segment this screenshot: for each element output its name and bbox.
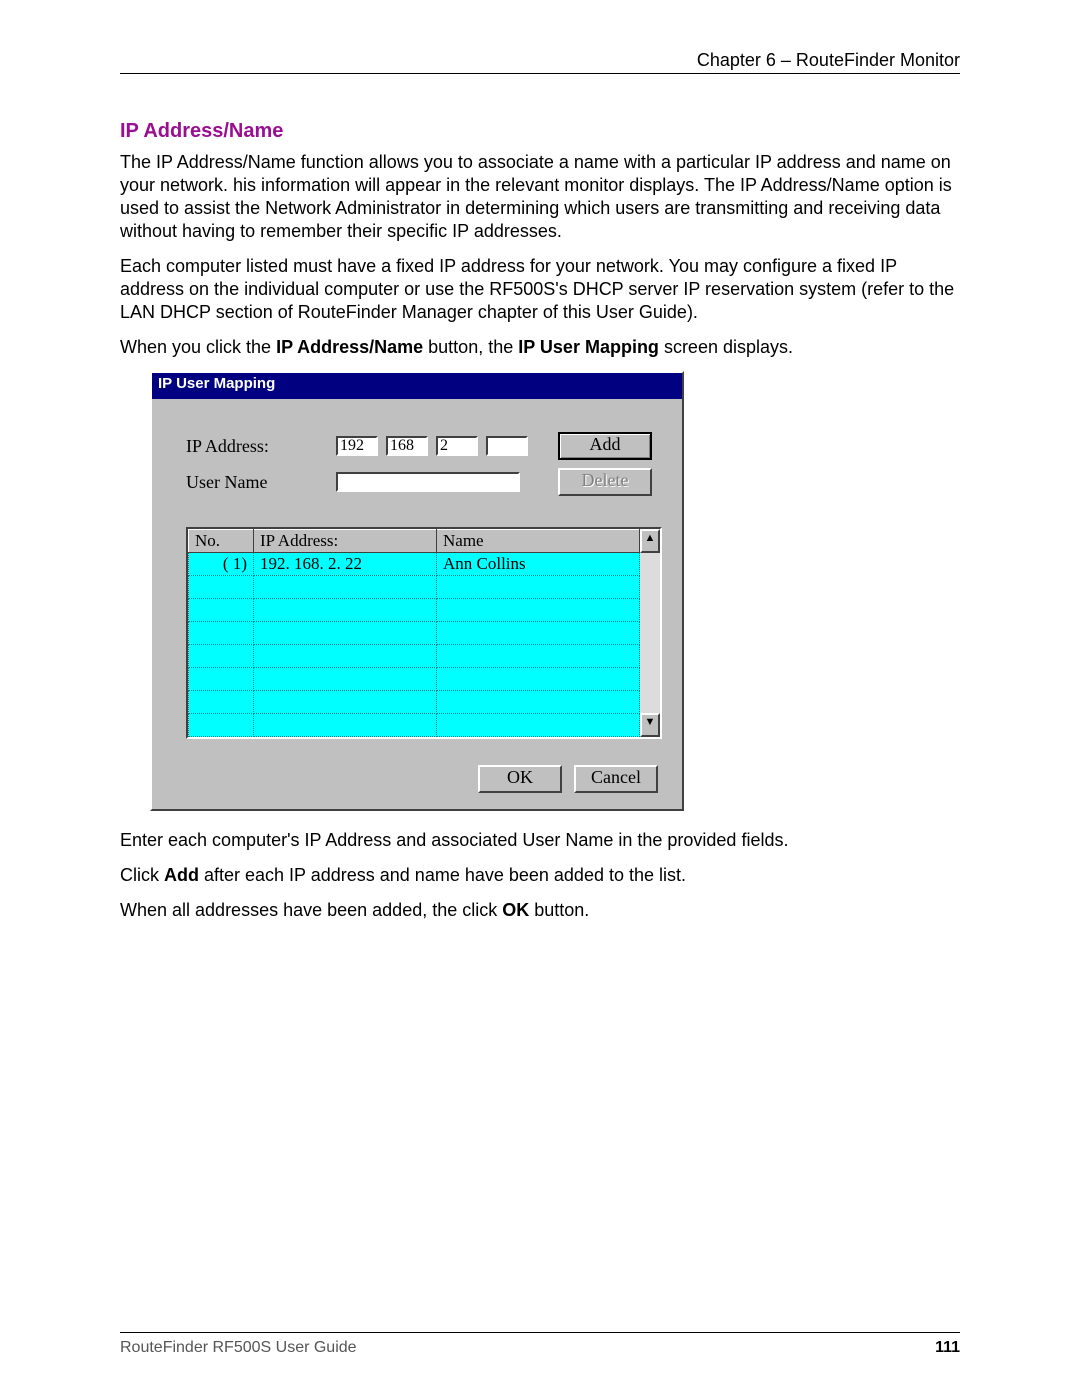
para3-bold2: IP User Mapping xyxy=(518,337,659,357)
col-no: No. xyxy=(189,530,254,553)
after2-post: after each IP address and name have been… xyxy=(199,865,686,885)
cell-name: Ann Collins xyxy=(437,553,640,576)
header-text: Chapter 6 – RouteFinder Monitor xyxy=(697,50,960,70)
after-para-1: Enter each computer's IP Address and ass… xyxy=(120,829,960,852)
table-scrollbar[interactable]: ▲ ▼ xyxy=(640,529,660,737)
para3-pre: When you click the xyxy=(120,337,276,357)
after-para-2: Click Add after each IP address and name… xyxy=(120,864,960,887)
add-button[interactable]: Add xyxy=(558,432,652,460)
cell-no xyxy=(189,622,254,645)
section-title: IP Address/Name xyxy=(120,120,960,143)
cell-name xyxy=(437,599,640,622)
cell-name xyxy=(437,645,640,668)
cancel-button[interactable]: Cancel xyxy=(574,765,658,793)
header-right: Chapter 6 – RouteFinder Monitor xyxy=(120,50,960,80)
cell-no xyxy=(189,599,254,622)
after2-pre: Click xyxy=(120,865,164,885)
cell-ip xyxy=(254,668,437,691)
ip-octet-1-input[interactable] xyxy=(336,436,378,456)
cell-ip: 192. 168. 2. 22 xyxy=(254,553,437,576)
header-divider xyxy=(120,73,960,74)
after3-post: button. xyxy=(529,900,589,920)
dialog-titlebar: IP User Mapping xyxy=(152,373,682,399)
cell-name xyxy=(437,691,640,714)
para3-mid: button, the xyxy=(423,337,518,357)
table-row[interactable]: ( 1)192. 168. 2. 22Ann Collins xyxy=(189,553,640,576)
cell-no xyxy=(189,668,254,691)
ip-octet-4-input[interactable] xyxy=(486,436,528,456)
after3-pre: When all addresses have been added, the … xyxy=(120,900,502,920)
scroll-track[interactable] xyxy=(640,553,660,713)
table-row[interactable] xyxy=(189,645,640,668)
para-3: When you click the IP Address/Name butto… xyxy=(120,336,960,359)
cell-ip xyxy=(254,599,437,622)
cell-name xyxy=(437,668,640,691)
page-footer: RouteFinder RF500S User Guide 111 xyxy=(120,1332,960,1357)
para3-post: screen displays. xyxy=(659,337,793,357)
cell-name xyxy=(437,622,640,645)
ip-address-row: IP Address: Add xyxy=(186,433,658,459)
table-row[interactable] xyxy=(189,599,640,622)
table-row[interactable] xyxy=(189,691,640,714)
after2-bold: Add xyxy=(164,865,199,885)
cell-no xyxy=(189,691,254,714)
para3-bold1: IP Address/Name xyxy=(276,337,423,357)
footer-page: 111 xyxy=(935,1339,960,1357)
cell-no: ( 1) xyxy=(189,553,254,576)
footer-left: RouteFinder RF500S User Guide xyxy=(120,1339,357,1357)
delete-button[interactable]: Delete xyxy=(558,468,652,496)
para-2: Each computer listed must have a fixed I… xyxy=(120,255,960,324)
cell-no xyxy=(189,645,254,668)
cell-ip xyxy=(254,576,437,599)
user-name-label: User Name xyxy=(186,472,336,493)
ip-octet-2-input[interactable] xyxy=(386,436,428,456)
cell-no xyxy=(189,714,254,737)
cell-ip xyxy=(254,691,437,714)
mapping-table: No. IP Address: Name ( 1)192. 168. 2. 22… xyxy=(188,529,640,737)
table-row[interactable] xyxy=(189,576,640,599)
ip-address-label: IP Address: xyxy=(186,436,336,457)
user-name-input[interactable] xyxy=(336,472,520,492)
cell-no xyxy=(189,576,254,599)
scroll-down-icon[interactable]: ▼ xyxy=(640,713,660,737)
after3-bold: OK xyxy=(502,900,529,920)
ip-user-mapping-dialog: IP User Mapping IP Address: Add User Nam… xyxy=(150,371,684,811)
user-name-row: User Name Delete xyxy=(186,469,658,495)
cell-name xyxy=(437,576,640,599)
cell-ip xyxy=(254,645,437,668)
table-row[interactable] xyxy=(189,668,640,691)
mapping-table-area: No. IP Address: Name ( 1)192. 168. 2. 22… xyxy=(186,527,662,739)
table-row[interactable] xyxy=(189,622,640,645)
ok-button[interactable]: OK xyxy=(478,765,562,793)
col-ip: IP Address: xyxy=(254,530,437,553)
cell-ip xyxy=(254,622,437,645)
scroll-up-icon[interactable]: ▲ xyxy=(640,529,660,553)
col-name: Name xyxy=(437,530,640,553)
table-row[interactable] xyxy=(189,714,640,737)
after-para-3: When all addresses have been added, the … xyxy=(120,899,960,922)
ip-octet-3-input[interactable] xyxy=(436,436,478,456)
para-1: The IP Address/Name function allows you … xyxy=(120,151,960,243)
cell-ip xyxy=(254,714,437,737)
cell-name xyxy=(437,714,640,737)
